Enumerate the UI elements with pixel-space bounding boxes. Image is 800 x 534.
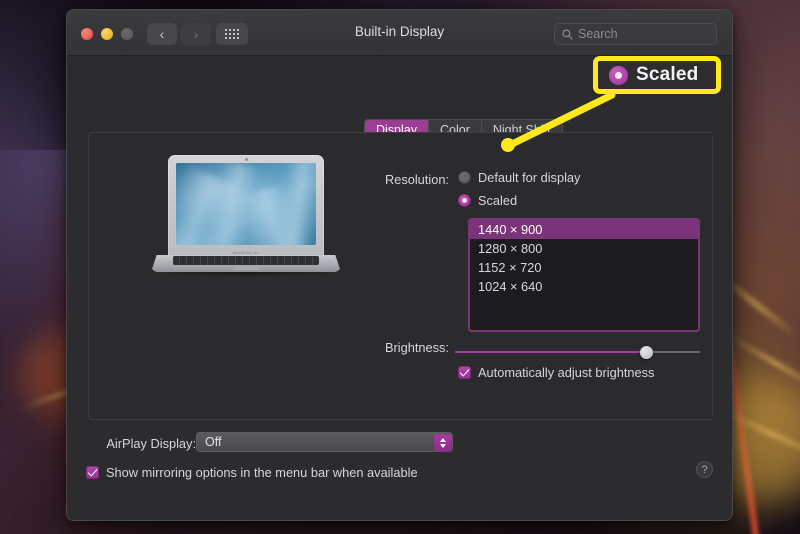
window-titlebar: ‹ › Built-in Display Search [67, 10, 732, 56]
search-placeholder: Search [578, 27, 618, 41]
resolution-label: Resolution: [384, 172, 449, 187]
resolution-option-default-label: Default for display [478, 170, 581, 185]
show-mirroring-label: Show mirroring options in the menu bar w… [106, 465, 418, 480]
stepper-updown-icon[interactable] [434, 434, 451, 452]
radio-selected-icon [458, 194, 471, 207]
laptop-brand-label: MacBook Air [232, 250, 260, 255]
resolution-list-item[interactable]: 1152 × 720 [470, 258, 698, 277]
display-settings-panel: MacBook Air Resolution: Default for disp… [88, 132, 713, 420]
slider-fill [455, 351, 647, 353]
airplay-label: AirPlay Display: [106, 436, 196, 451]
auto-brightness-checkbox[interactable]: Automatically adjust brightness [458, 365, 654, 380]
laptop-camera-icon [244, 158, 248, 161]
laptop-screen [176, 163, 316, 245]
brightness-slider[interactable] [455, 346, 700, 359]
help-label: ? [701, 463, 708, 476]
search-field[interactable]: Search [554, 23, 717, 45]
help-question-icon[interactable]: ? [696, 461, 713, 478]
airplay-value: Off [205, 435, 222, 449]
window-body: Display Color Night Shift MacBook Air Re… [67, 56, 732, 520]
brightness-label: Brightness: [384, 340, 449, 355]
resolution-list-item[interactable]: 1024 × 640 [470, 277, 698, 296]
resolution-list-item[interactable]: 1440 × 900 [470, 220, 698, 239]
resolution-list[interactable]: 1440 × 900 1280 × 800 1152 × 720 1024 × … [468, 218, 700, 332]
callout-magnifier: Scaled [593, 56, 721, 94]
callout-label: Scaled [636, 64, 699, 85]
show-mirroring-checkbox[interactable]: Show mirroring options in the menu bar w… [86, 465, 418, 480]
auto-brightness-label: Automatically adjust brightness [478, 365, 655, 380]
resolution-list-item[interactable]: 1280 × 800 [470, 239, 698, 258]
laptop-keyboard [173, 256, 319, 265]
laptop-lid: MacBook Air [168, 155, 324, 257]
radio-selected-icon [609, 65, 628, 85]
airplay-dropdown[interactable]: Off [196, 432, 453, 452]
checkbox-checked-icon [86, 466, 99, 479]
resolution-option-default[interactable]: Default for display [458, 170, 580, 185]
laptop-trackpad [233, 267, 259, 270]
laptop-shadow [153, 272, 339, 277]
macbook-air-illustration: MacBook Air [151, 155, 341, 280]
checkbox-checked-icon [458, 366, 471, 379]
search-icon [562, 29, 573, 40]
resolution-option-scaled-label: Scaled [478, 193, 518, 208]
desktop-wallpaper: ‹ › Built-in Display Search Display Colo… [0, 0, 800, 534]
resolution-option-scaled[interactable]: Scaled [458, 193, 517, 208]
slider-knob[interactable] [639, 346, 653, 359]
radio-unselected-icon [458, 171, 471, 184]
